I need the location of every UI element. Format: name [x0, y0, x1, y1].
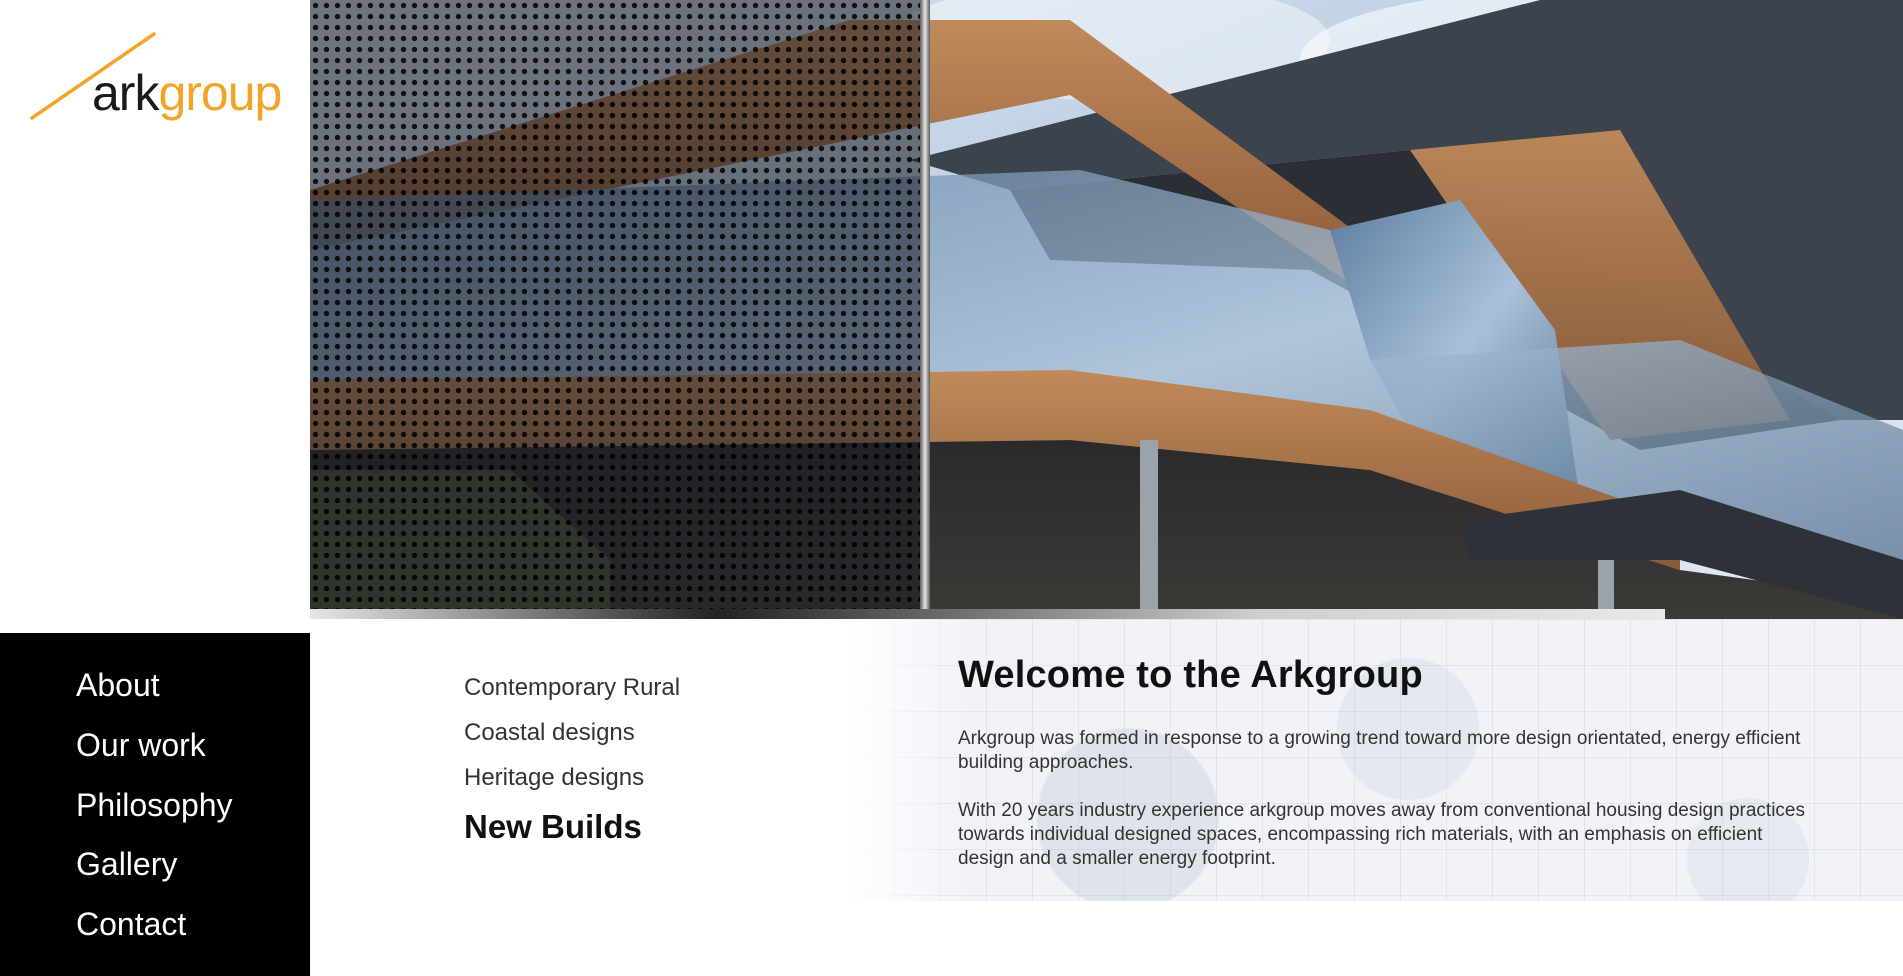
nav-item-our-work[interactable]: Our work	[76, 727, 206, 764]
main-nav: About Our work Philosophy Gallery Contac…	[0, 633, 310, 976]
nav-item-gallery[interactable]: Gallery	[76, 846, 177, 883]
submenu-item-heritage-designs[interactable]: Heritage designs	[464, 764, 644, 792]
welcome-paragraph-2: With 20 years industry experience arkgro…	[958, 800, 1805, 869]
nav-item-contact[interactable]: Contact	[76, 906, 186, 943]
welcome-paragraph-1: Arkgroup was formed in response to a gro…	[958, 728, 1801, 773]
submenu-item-new-builds[interactable]: New Builds	[464, 808, 642, 846]
hero-divider	[920, 0, 930, 609]
logo-wordmark: arkgroup	[92, 65, 282, 121]
arkgroup-logo[interactable]: arkgroup	[28, 28, 288, 128]
nav-item-about[interactable]: About	[76, 667, 160, 704]
submenu-item-contemporary-rural[interactable]: Contemporary Rural	[464, 674, 680, 702]
logo-text-ark: ark	[92, 65, 159, 121]
hero-bottom-bar	[310, 609, 1665, 619]
logo-text-group: group	[158, 65, 282, 121]
hero-image	[310, 0, 1903, 619]
halftone-overlay	[310, 0, 930, 609]
welcome-title: Welcome to the Arkgroup	[958, 654, 1423, 696]
submenu-item-coastal-designs[interactable]: Coastal designs	[464, 719, 635, 747]
nav-item-philosophy[interactable]: Philosophy	[76, 787, 233, 824]
